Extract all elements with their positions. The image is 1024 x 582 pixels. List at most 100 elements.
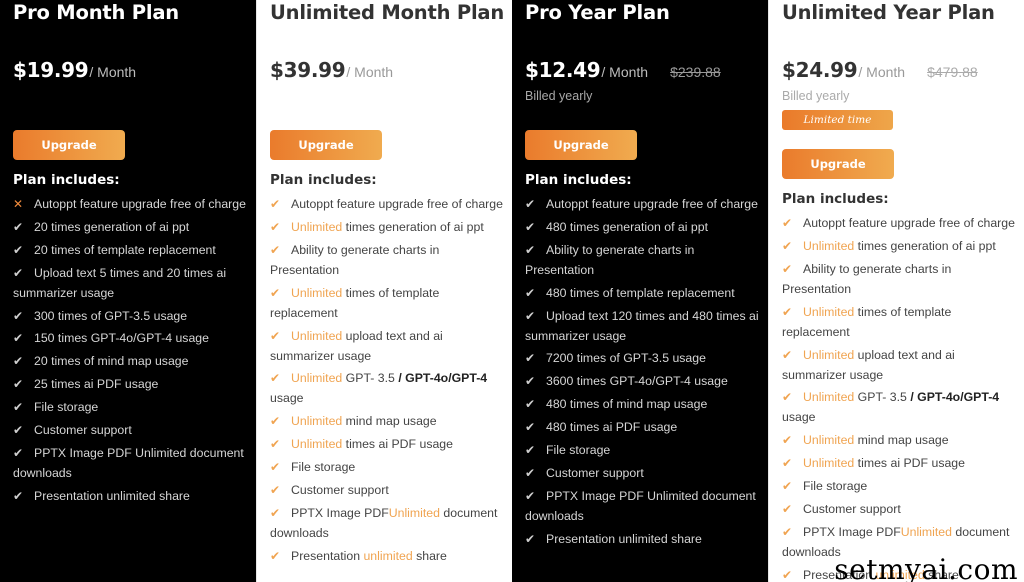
feature-text: Upload text 120 times and 480 times ai s… — [525, 308, 759, 343]
feature-text: PPTX Image PDF — [803, 524, 901, 539]
feature-item: ✔ Customer support — [270, 480, 506, 500]
check-icon: ✔ — [525, 374, 536, 389]
price-row: $24.99 / Month $479.88 — [782, 58, 1024, 84]
feature-item: ✔ Presentation unlimited share — [13, 486, 249, 506]
feature-text: PPTX Image PDF Unlimited document downlo… — [525, 488, 756, 523]
feature-text: times ai PDF usage — [342, 437, 453, 452]
feature-text: Autoppt feature upgrade free of charge — [546, 197, 758, 211]
check-icon: ✔ — [782, 261, 793, 276]
check-icon: ✔ — [270, 483, 281, 498]
feature-item: ✔ Autoppt feature upgrade free of charge — [270, 194, 506, 214]
feature-highlight: Unlimited — [291, 328, 343, 343]
feature-item: ✔ 480 times ai PDF usage — [525, 417, 761, 437]
feature-text: 7200 times of GPT-3.5 usage — [546, 351, 706, 366]
check-icon: ✔ — [525, 465, 536, 480]
cross-icon: ✕ — [13, 197, 24, 211]
check-icon: ✔ — [525, 443, 536, 458]
feature-highlight: Unlimited — [388, 505, 440, 520]
check-icon: ✔ — [782, 390, 793, 405]
feature-highlight: Unlimited — [291, 371, 343, 386]
feature-item: ✔ Presentation unlimited share — [270, 546, 506, 566]
feature-text: Customer support — [34, 423, 132, 438]
feature-highlight: Unlimited — [803, 238, 855, 253]
check-icon: ✔ — [525, 242, 536, 257]
feature-item: ✔ File storage — [270, 457, 506, 477]
plan-title: Pro Month Plan — [13, 1, 179, 24]
feature-text: Autoppt feature upgrade free of charge — [291, 197, 503, 211]
plan-title: Unlimited Year Plan — [782, 1, 995, 24]
check-icon: ✔ — [525, 197, 536, 211]
feature-text: Presentation — [291, 548, 364, 563]
feature-item: ✔ File storage — [525, 440, 761, 460]
feature-text: 20 times of mind map usage — [34, 354, 189, 369]
price-period: / Month — [858, 64, 906, 80]
feature-item: ✔ Customer support — [13, 420, 249, 440]
feature-item: ✔ Unlimited mind map usage — [270, 411, 506, 431]
feature-item: ✔ PPTX Image PDF Unlimited document downl… — [525, 486, 761, 526]
feature-item: ✔ 150 times GPT-4o/GPT-4 usage — [13, 328, 249, 348]
billing-note: Billed yearly — [525, 89, 593, 103]
check-icon: ✔ — [525, 488, 536, 503]
feature-item: ✔ Autoppt feature upgrade free of charge — [782, 213, 1018, 233]
check-icon: ✔ — [13, 423, 24, 438]
check-icon: ✔ — [13, 354, 24, 369]
feature-text: Upload text 5 times and 20 times ai summ… — [13, 265, 227, 300]
feature-highlight: Unlimited — [803, 433, 855, 448]
check-icon: ✔ — [270, 328, 281, 343]
plan-title: Unlimited Month Plan — [270, 1, 505, 24]
feature-text: 25 times ai PDF usage — [34, 377, 159, 392]
billing-note: Billed yearly — [782, 89, 850, 103]
plan-price: $12.49 — [525, 58, 601, 82]
plan-card-unlimited-month: Unlimited Month Plan $39.99 / Month Upgr… — [256, 0, 512, 582]
feature-text: times generation of ai ppt — [342, 219, 484, 234]
feature-highlight: Unlimited — [291, 285, 343, 300]
check-icon: ✔ — [782, 524, 793, 539]
feature-text: File storage — [291, 460, 356, 475]
feature-text: Presentation unlimited share — [34, 488, 190, 503]
feature-highlight: Unlimited — [291, 414, 343, 429]
plan-price: $24.99 — [782, 58, 858, 82]
feature-text: File storage — [34, 400, 99, 415]
feature-text: Ability to generate charts in Presentati… — [270, 242, 440, 277]
feature-highlight: Unlimited — [291, 219, 343, 234]
upgrade-button[interactable]: Upgrade — [270, 130, 382, 160]
check-icon: ✔ — [525, 285, 536, 300]
check-icon: ✔ — [782, 567, 793, 582]
check-icon: ✔ — [782, 238, 793, 253]
plan-title: Pro Year Plan — [525, 1, 670, 24]
check-icon: ✔ — [525, 219, 536, 234]
upgrade-button[interactable]: Upgrade — [782, 149, 894, 179]
feature-item: ✔ Unlimited times ai PDF usage — [270, 434, 506, 454]
feature-bold-text: / GPT-4o/GPT-4 — [910, 390, 1000, 405]
check-icon: ✔ — [525, 308, 536, 323]
feature-item: ✔ Ability to generate charts in Presentat… — [782, 259, 1018, 299]
feature-item: ✔ Autoppt feature upgrade free of charge — [525, 194, 761, 214]
feature-text: usage — [270, 391, 304, 406]
feature-item: ✔ 20 times of template replacement — [13, 240, 249, 260]
plan-includes-heading: Plan includes: — [13, 172, 120, 188]
plan-price: $19.99 — [13, 58, 89, 82]
upgrade-button[interactable]: Upgrade — [13, 130, 125, 160]
feature-text: mind map usage — [342, 414, 437, 429]
feature-text: times ai PDF usage — [854, 456, 965, 471]
feature-highlight: Unlimited — [803, 456, 855, 471]
feature-highlight: Unlimited — [803, 304, 855, 319]
feature-item: ✔ 20 times generation of ai ppt — [13, 217, 249, 237]
feature-item: ✔ Presentation unlimited share — [525, 529, 761, 549]
feature-highlight: Unlimited — [803, 347, 855, 362]
feature-item: ✔ 300 times of GPT-3.5 usage — [13, 306, 249, 326]
feature-text: 20 times of template replacement — [34, 242, 216, 257]
feature-text: 480 times ai PDF usage — [546, 420, 678, 435]
check-icon: ✔ — [13, 219, 24, 234]
check-icon: ✔ — [782, 304, 793, 319]
check-icon: ✔ — [270, 437, 281, 452]
upgrade-button[interactable]: Upgrade — [525, 130, 637, 160]
price-period: / Month — [601, 64, 649, 80]
feature-item: ✔ 480 times generation of ai ppt — [525, 217, 761, 237]
feature-item: ✔ 25 times ai PDF usage — [13, 374, 249, 394]
feature-text: 480 times of template replacement — [546, 285, 735, 300]
plan-includes-heading: Plan includes: — [270, 172, 377, 188]
check-icon: ✔ — [13, 265, 24, 280]
